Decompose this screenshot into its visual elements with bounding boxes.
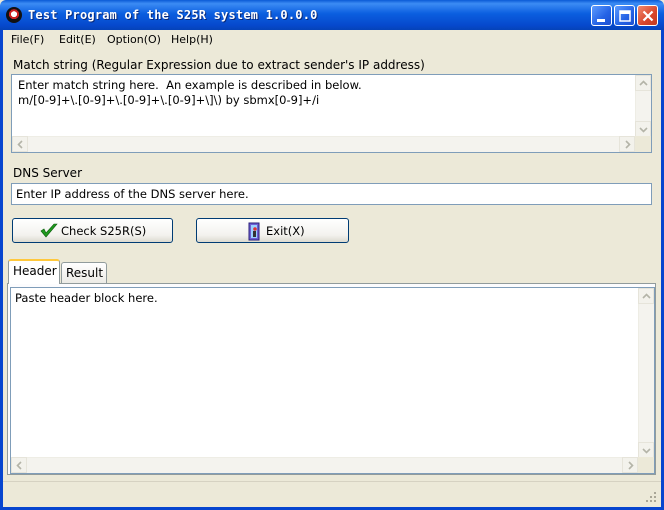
app-icon[interactable] (6, 7, 22, 23)
tab-header[interactable]: Header (8, 259, 60, 284)
match-vertical-scrollbar[interactable] (635, 75, 651, 137)
close-icon (642, 10, 654, 22)
scroll-right-button[interactable] (619, 136, 635, 152)
scroll-corner (638, 457, 654, 473)
arrow-down-icon (642, 448, 651, 454)
match-string-textarea[interactable]: Enter match string here. An example is d… (11, 74, 652, 153)
scroll-down-button[interactable] (638, 442, 654, 458)
maximize-button[interactable] (614, 5, 635, 26)
arrow-up-icon (642, 293, 651, 299)
status-bar (3, 481, 661, 507)
exit-label: Exit(X) (266, 224, 305, 238)
arrow-down-icon (639, 127, 648, 133)
dns-server-input[interactable] (12, 184, 651, 204)
scroll-up-button[interactable] (635, 75, 651, 91)
dns-server-field-box (11, 183, 652, 205)
menu-edit[interactable]: Edit(E) (59, 33, 96, 46)
scroll-corner (635, 136, 651, 152)
match-string-text[interactable]: Enter match string here. An example is d… (18, 78, 362, 108)
checkmark-icon (40, 223, 58, 238)
menu-bar: File(F) Edit(E) Option(O) Help(H) (3, 30, 661, 49)
scroll-up-button[interactable] (638, 288, 654, 304)
maximize-icon (619, 10, 631, 22)
header-vertical-scrollbar[interactable] (638, 288, 654, 458)
exit-door-icon (248, 222, 260, 241)
scroll-right-button[interactable] (622, 457, 638, 473)
minimize-icon (597, 19, 605, 22)
tab-result[interactable]: Result (61, 262, 107, 283)
match-string-label: Match string (Regular Expression due to … (13, 58, 425, 72)
close-button[interactable] (637, 5, 658, 26)
arrow-right-icon (625, 140, 631, 149)
title-bar[interactable]: Test Program of the S25R system 1.0.0.0 (0, 0, 664, 30)
header-block-textarea[interactable]: Paste header block here. (10, 287, 655, 474)
menu-file[interactable]: File(F) (11, 33, 44, 46)
scroll-left-button[interactable] (11, 457, 27, 473)
window-title: Test Program of the S25R system 1.0.0.0 (28, 8, 318, 22)
resize-grip-icon[interactable] (645, 491, 657, 503)
menu-option[interactable]: Option(O) (107, 33, 161, 46)
scroll-left-button[interactable] (12, 136, 28, 152)
arrow-left-icon (16, 461, 22, 470)
arrow-right-icon (628, 461, 634, 470)
dns-server-label: DNS Server (13, 166, 82, 180)
scroll-down-button[interactable] (635, 121, 651, 137)
check-s25r-button[interactable]: Check S25R(S) (12, 218, 173, 243)
header-block-text[interactable]: Paste header block here. (15, 291, 158, 305)
tab-header-label: Header (13, 264, 57, 278)
exit-button[interactable]: Exit(X) (196, 218, 349, 243)
header-horizontal-scrollbar[interactable] (11, 457, 638, 473)
arrow-up-icon (639, 80, 648, 86)
minimize-button[interactable] (591, 5, 612, 26)
match-horizontal-scrollbar[interactable] (12, 136, 635, 152)
menu-help[interactable]: Help(H) (171, 33, 213, 46)
check-s25r-label: Check S25R(S) (61, 224, 147, 238)
tab-result-label: Result (66, 266, 104, 280)
arrow-left-icon (17, 140, 23, 149)
